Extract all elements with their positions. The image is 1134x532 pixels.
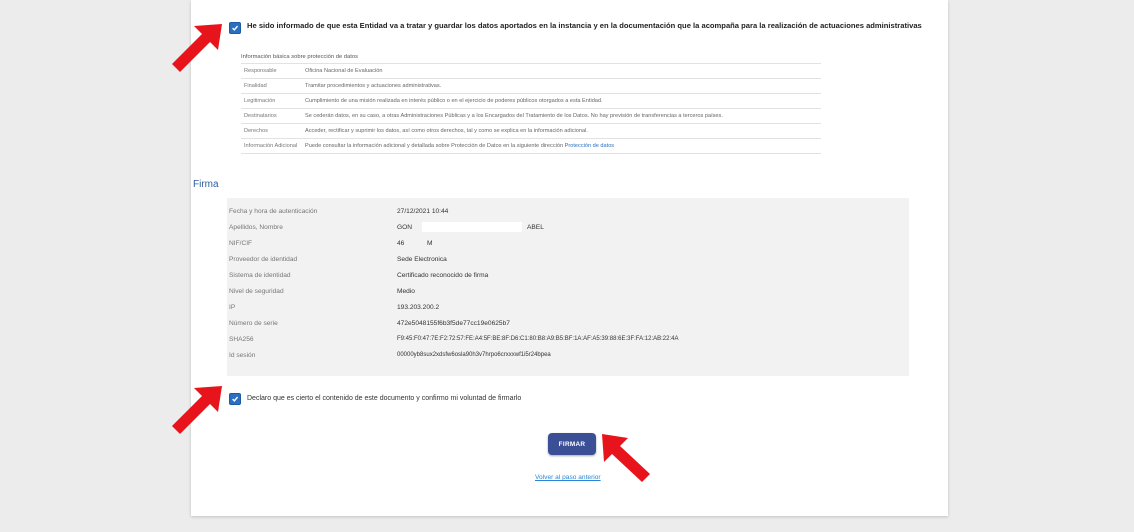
firma-value-part: M <box>427 240 433 247</box>
firma-key: NIF/CIF <box>229 240 253 247</box>
table-row: Destinatarios Se cederán datos, en su ca… <box>241 108 821 124</box>
additional-info-text: Puede consultar la información adicional… <box>305 143 564 149</box>
table-value: Oficina Nacional de Evaluación <box>302 63 821 79</box>
redaction-block <box>422 222 522 232</box>
firma-value: 472e5048155f6b3f5de77cc19e0625b7 <box>397 320 510 327</box>
signature-form-card: He sido informado de que esta Entidad va… <box>191 0 948 516</box>
firma-value: 46 <box>397 240 405 247</box>
firma-value: Certificado reconocido de firma <box>397 272 489 279</box>
firma-value: 00000yb8sux2xdsfw6osla90h3v7hrpo6crxxxwf… <box>397 352 551 358</box>
consent-text: He sido informado de que esta Entidad va… <box>247 21 922 30</box>
firma-value: 193.203.200.2 <box>397 304 440 311</box>
firmar-button[interactable]: FIRMAR <box>548 433 596 455</box>
table-key: Derechos <box>241 123 302 139</box>
arrow-icon <box>172 24 222 72</box>
firma-key: Sistema de identidad <box>229 272 291 279</box>
table-value: Acceder, rectificar y suprimir los datos… <box>302 123 821 139</box>
table-row: Legitimación Cumplimiento de una misión … <box>241 93 821 109</box>
firma-value: Sede Electronica <box>397 256 447 263</box>
declaration-row: Declaro que es cierto el contenido de es… <box>229 392 521 405</box>
firma-value: GON <box>397 224 413 231</box>
arrow-icon <box>172 386 222 434</box>
checkmark-icon <box>232 25 239 31</box>
firma-value: F9:45:F0:47:7E:F2:72:57:FE:A4:5F:BE:8F:D… <box>397 336 679 342</box>
table-value: Tramitar procedimientos y actuaciones ad… <box>302 78 821 94</box>
table-key: Finalidad <box>241 78 302 94</box>
arrow-icon <box>602 434 650 482</box>
firma-key: Proveedor de identidad <box>229 256 298 263</box>
firma-value: 27/12/2021 10:44 <box>397 208 449 215</box>
firma-value-part: ABEL <box>527 224 544 231</box>
firma-key: Número de serie <box>229 320 278 327</box>
table-key: Destinatarios <box>241 108 302 124</box>
table-row: Responsable Oficina Nacional de Evaluaci… <box>241 63 821 79</box>
table-value: Cumplimiento de una misión realizada en … <box>302 93 821 109</box>
firma-key: Nivel de seguridad <box>229 288 284 295</box>
table-value: Se cederán datos, en su caso, a otras Ad… <box>302 108 821 124</box>
consent-row: He sido informado de que esta Entidad va… <box>229 21 929 34</box>
declaration-text: Declaro que es cierto el contenido de es… <box>247 395 522 402</box>
data-protection-caption: Información básica sobre protección de d… <box>241 54 358 60</box>
table-key: Información Adicional <box>241 138 302 154</box>
firma-key: Fecha y hora de autenticación <box>229 208 318 215</box>
firma-key: SHA256 <box>229 336 254 343</box>
checkmark-icon <box>232 396 239 402</box>
declaration-checkbox[interactable] <box>229 393 241 405</box>
firma-details: Fecha y hora de autenticación 27/12/2021… <box>227 198 909 376</box>
table-value: Puede consultar la información adicional… <box>302 138 821 154</box>
data-protection-table: Información básica sobre protección de d… <box>241 54 821 154</box>
back-link[interactable]: Volver al paso anterior <box>535 474 601 481</box>
firma-key: Apellidos, Nombre <box>229 224 283 231</box>
table-key: Responsable <box>241 63 302 79</box>
table-row: Finalidad Tramitar procedimientos y actu… <box>241 78 821 94</box>
firma-section-title: Firma <box>193 179 219 190</box>
firma-key: IP <box>229 304 236 311</box>
firma-value: Medio <box>397 288 415 295</box>
table-row: Información Adicional Puede consultar la… <box>241 138 821 154</box>
data-protection-link[interactable]: Protección de datos <box>565 143 614 149</box>
consent-checkbox[interactable] <box>229 22 241 34</box>
table-key: Legitimación <box>241 93 302 109</box>
firma-key: Id sesión <box>229 352 256 359</box>
table-row: Derechos Acceder, rectificar y suprimir … <box>241 123 821 139</box>
